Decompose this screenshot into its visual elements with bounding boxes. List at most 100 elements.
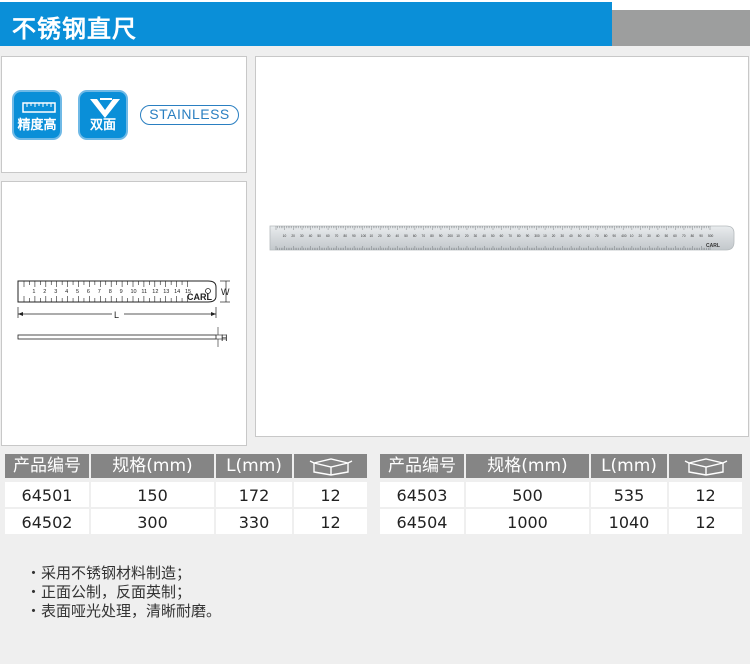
- table-cell: 330: [216, 509, 292, 534]
- photo-ruler-scale-number: 300: [534, 234, 540, 238]
- ruler-scale-number: 9: [120, 289, 123, 295]
- table-cell: 12: [669, 509, 742, 534]
- ruler-scale-number: 5: [76, 289, 79, 295]
- ruler-photo: 10 20 30 40 50 60 70 80 90 100 10 20 30 40 50 60 70 80 90 2…: [269, 225, 735, 251]
- photo-ruler-scale-number: 40: [396, 234, 400, 238]
- precision-badge: 精度高: [12, 90, 62, 140]
- double-sided-badge-label: 双面: [89, 118, 116, 133]
- photo-ruler-scale-number: 50: [317, 234, 321, 238]
- ruler-scale-number: 11: [141, 289, 147, 295]
- double-sided-badge: 双面: [78, 90, 128, 140]
- photo-ruler-scale-number: 20: [639, 234, 643, 238]
- table-cell: 535: [591, 482, 667, 507]
- photo-ruler-scale-number: 10: [543, 234, 547, 238]
- photo-ruler-scale-number: 60: [673, 234, 677, 238]
- photo-ruler-scale-number: 70: [335, 234, 339, 238]
- table-cell: 172: [216, 482, 292, 507]
- photo-ruler-scale-number: 40: [482, 234, 486, 238]
- table-cell: 300: [91, 509, 214, 534]
- table-header-cell: 产品编号: [5, 454, 89, 478]
- table-cell: 12: [294, 509, 367, 534]
- photo-ruler-scale-number: 80: [430, 234, 434, 238]
- ruler-scale-numbers: 1 2 3 4 5 6 7 8 9 10 11 12 13 14 15: [32, 289, 191, 295]
- photo-ruler-scale-number: 90: [526, 234, 530, 238]
- package-box-icon: [669, 454, 742, 478]
- feature-notes: ・采用不锈钢材料制造； ・正面公制，反面英制； ・表面哑光处理，清晰耐磨。: [26, 564, 221, 621]
- photo-ruler-scale-number: 30: [300, 234, 304, 238]
- table-cell: 12: [669, 482, 742, 507]
- photo-ruler-scale-number: 30: [474, 234, 478, 238]
- photo-ruler-scale-number: 200: [448, 234, 454, 238]
- photo-ruler-scale-number: 90: [439, 234, 443, 238]
- package-box-icon: [294, 454, 367, 478]
- photo-ruler-scale-number: 80: [517, 234, 521, 238]
- table-header-cell: 规格(mm): [91, 454, 214, 478]
- ruler-scale-number: 8: [109, 289, 112, 295]
- photo-ruler-scale-number: 50: [404, 234, 408, 238]
- photo-ruler-scale-number: 10: [630, 234, 634, 238]
- ruler-scale-number: 7: [98, 289, 101, 295]
- steel-ruler: [269, 225, 735, 251]
- photo-ruler-scale-number: 80: [604, 234, 608, 238]
- table-cell: 64503: [380, 482, 464, 507]
- table-header-cell: L(mm): [591, 454, 667, 478]
- ruler-scale-number: 12: [152, 289, 158, 295]
- photo-ruler-scale-number: 10: [369, 234, 373, 238]
- photo-ruler-scale-number: 50: [491, 234, 495, 238]
- dim-h-label: H: [221, 333, 228, 343]
- header-accent-bar: [612, 10, 750, 46]
- photo-ruler-scale-number: 60: [500, 234, 504, 238]
- ruler-scale-number: 1: [32, 289, 35, 295]
- photo-ruler-scale-number: 10: [456, 234, 460, 238]
- table-cell: 150: [91, 482, 214, 507]
- photo-ruler-scale-number: 80: [343, 234, 347, 238]
- photo-ruler-scale-number: 40: [656, 234, 660, 238]
- note-item: ・表面哑光处理，清晰耐磨。: [26, 602, 222, 620]
- drawing-brand: CARL: [187, 292, 212, 302]
- photo-ruler-scale-number: 60: [326, 234, 330, 238]
- photo-ruler-scale-number: 50: [665, 234, 669, 238]
- precision-badge-label: 精度高: [17, 118, 57, 133]
- dim-w-label: W: [221, 287, 230, 297]
- ruler-scale-number: 4: [65, 289, 68, 295]
- table-cell: 12: [294, 482, 367, 507]
- photo-ruler-scale-number: 90: [352, 234, 356, 238]
- ruler-scale-number: 6: [87, 289, 90, 295]
- table-cell: 500: [466, 482, 589, 507]
- note-item: ・正面公制，反面英制；: [26, 583, 192, 601]
- ruler-scale-number: 13: [163, 289, 169, 295]
- photo-ruler-scale-number: 30: [560, 234, 564, 238]
- table-cell: 64502: [5, 509, 89, 534]
- photo-ruler-scale-number: 90: [699, 234, 703, 238]
- photo-ruler-scale-number: 70: [595, 234, 599, 238]
- table-header-cell: 产品编号: [380, 454, 464, 478]
- photo-ruler-scale-number: 40: [569, 234, 573, 238]
- table-cell: 64501: [5, 482, 89, 507]
- table-header-cell: 规格(mm): [466, 454, 589, 478]
- ruler-scale-number: 2: [43, 289, 46, 295]
- photo-ruler-scale-number: 60: [586, 234, 590, 238]
- photo-ruler-scale-number: 20: [552, 234, 556, 238]
- photo-ruler-scale-number: 40: [309, 234, 313, 238]
- table-cell: 1040: [591, 509, 667, 534]
- ruler-scale-number: 14: [174, 289, 180, 295]
- feature-badges-panel: 精度高 双面 STAINLESS: [1, 56, 247, 173]
- photo-ruler-scale-number: 20: [378, 234, 382, 238]
- photo-brand: CARL: [706, 243, 720, 249]
- photo-ruler-scale-number: 50: [578, 234, 582, 238]
- photo-ruler-scale-number: 30: [647, 234, 651, 238]
- note-item: ・采用不锈钢材料制造；: [26, 564, 192, 582]
- page-header: 不锈钢直尺: [0, 0, 750, 46]
- table-cell: 1000: [466, 509, 589, 534]
- table-cell: 64504: [380, 509, 464, 534]
- ruler-scale-number: 10: [131, 289, 137, 295]
- photo-ruler-scale-number: 70: [508, 234, 512, 238]
- photo-ruler-scale-number: 20: [465, 234, 469, 238]
- photo-ruler-scale-number: 80: [691, 234, 695, 238]
- ruler-side-profile: [17, 334, 217, 340]
- photo-ruler-scale-number: 90: [613, 234, 617, 238]
- photo-ruler-scale-number: 500: [708, 234, 714, 238]
- stainless-badge: STAINLESS: [140, 105, 239, 125]
- ruler-dimension-drawing: 1 2 3 4 5 6 7 8 9 10 11 12 13 14 15 CARL W L H: [17, 280, 230, 347]
- photo-ruler-scale-number: 100: [361, 234, 367, 238]
